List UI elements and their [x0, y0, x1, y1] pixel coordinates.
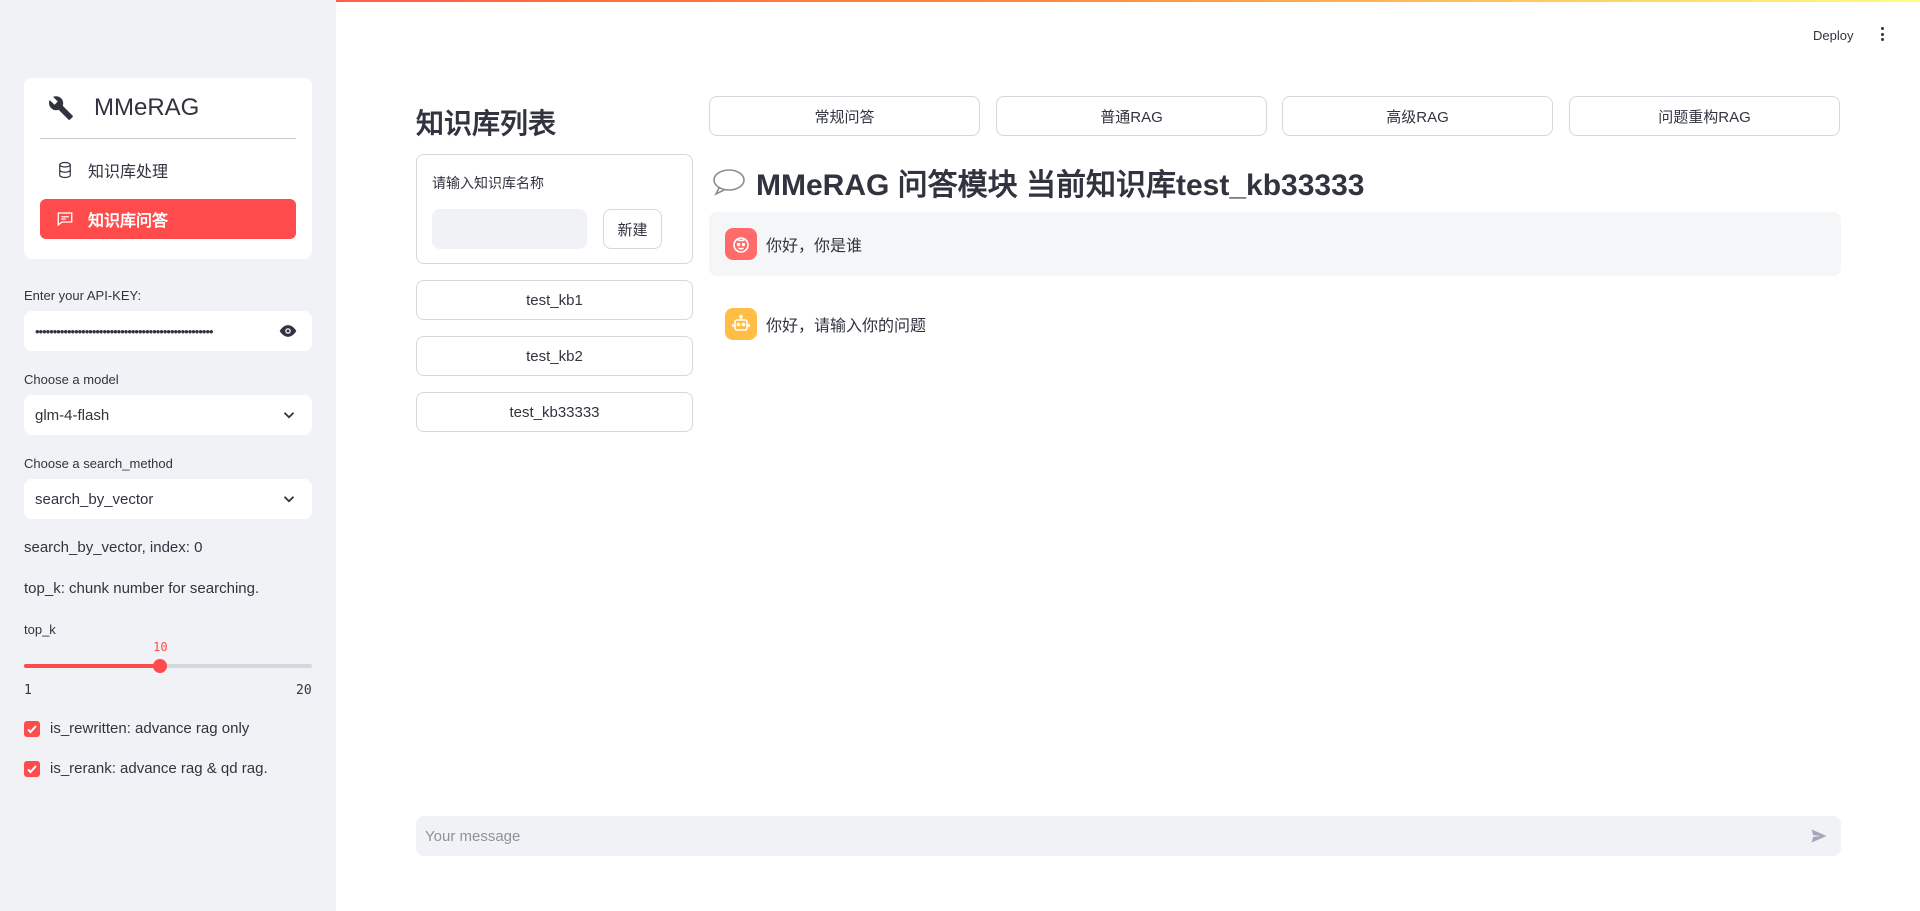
- kb-name-label: 请输入知识库名称: [432, 175, 544, 191]
- mode-advanced-rag-button[interactable]: 高级RAG: [1282, 96, 1553, 136]
- menu-item-kb-processing[interactable]: 知识库处理: [40, 150, 296, 190]
- rerank-checkbox-label: is_rerank: advance rag & qd rag.: [50, 760, 268, 777]
- mode-general-qa-button[interactable]: 常规问答: [709, 96, 980, 136]
- kb-item-button[interactable]: test_kb1: [416, 280, 693, 320]
- message-text: 你好，请输入你的问题: [766, 318, 927, 335]
- slider-min-label: 1: [24, 683, 32, 698]
- mode-rewrite-rag-button[interactable]: 问题重构RAG: [1569, 96, 1840, 136]
- kb-create-form: 请输入知识库名称 新建: [416, 154, 693, 264]
- mode-basic-rag-button[interactable]: 普通RAG: [996, 96, 1267, 136]
- kb-new-button[interactable]: 新建: [603, 209, 662, 249]
- api-key-value: ••••••••••••••••••••••••••••••••••••••••…: [35, 323, 214, 339]
- slider-fill: [24, 664, 161, 668]
- speech-bubble-icon: [713, 169, 745, 196]
- chat-icon: [57, 212, 73, 227]
- sidebar: MMeRAG 知识库处理 知识库问答 Enter your API-KEY: •…: [0, 0, 336, 911]
- top-k-slider[interactable]: [24, 659, 312, 673]
- wrench-icon: [49, 96, 73, 120]
- top-k-value-label: 10: [153, 640, 168, 654]
- kb-item-button[interactable]: test_kb33333: [416, 392, 693, 432]
- search-method-select[interactable]: search_by_vector: [24, 479, 312, 519]
- chat-message-assistant: 你好，请输入你的问题: [709, 292, 1841, 356]
- rewritten-checkbox-label: is_rewritten: advance rag only: [50, 720, 250, 737]
- chat-input-container: [416, 816, 1841, 856]
- slider-thumb[interactable]: [153, 659, 168, 673]
- kb-item-button[interactable]: test_kb2: [416, 336, 693, 376]
- top-k-help-text: top_k: chunk number for searching.: [24, 580, 260, 597]
- robot-icon: [732, 314, 750, 331]
- model-select[interactable]: glm-4-flash: [24, 395, 312, 435]
- more-vertical-icon[interactable]: [1876, 25, 1888, 43]
- chat-title-text: MMeRAG 问答模块 当前知识库test_kb33333: [756, 169, 1365, 202]
- menu-title-label: MMeRAG: [94, 94, 200, 121]
- api-key-field[interactable]: ••••••••••••••••••••••••••••••••••••••••…: [24, 311, 312, 351]
- chat-title: MMeRAG 问答模块 当前知识库test_kb33333: [712, 160, 1364, 204]
- user-avatar: [725, 228, 757, 260]
- user-face-icon: [733, 237, 749, 253]
- chevron-down-icon: [283, 496, 295, 503]
- check-icon: [27, 724, 37, 733]
- database-icon: [59, 161, 71, 179]
- menu-title: MMeRAG: [48, 94, 199, 122]
- top-k-label: top_k: [24, 622, 56, 637]
- assistant-avatar: [725, 308, 757, 340]
- search-method-selected-value: search_by_vector: [35, 490, 154, 508]
- model-label: Choose a model: [24, 372, 119, 387]
- chat-message-user: 你好，你是谁: [709, 212, 1841, 276]
- model-selected-value: glm-4-flash: [35, 406, 110, 424]
- menu-item-label: 知识库处理: [88, 164, 169, 181]
- rewritten-checkbox[interactable]: [24, 720, 40, 737]
- option-menu: MMeRAG 知识库处理 知识库问答: [24, 78, 312, 259]
- kb-list-title: 知识库列表: [416, 108, 557, 139]
- chevron-down-icon: [283, 412, 295, 419]
- deploy-button[interactable]: Deploy: [1813, 28, 1853, 43]
- api-key-label: Enter your API-KEY:: [24, 288, 142, 303]
- menu-divider: [40, 138, 296, 139]
- send-icon[interactable]: [1809, 826, 1829, 846]
- message-text: 你好，你是谁: [766, 238, 863, 255]
- eye-icon[interactable]: [278, 321, 298, 341]
- search-info-text: search_by_vector, index: 0: [24, 539, 203, 556]
- rewritten-checkbox-row[interactable]: is_rewritten: advance rag only: [24, 720, 249, 737]
- menu-item-label: 知识库问答: [88, 213, 169, 230]
- menu-item-kb-qa[interactable]: 知识库问答: [40, 199, 296, 239]
- chat-input[interactable]: [425, 827, 1809, 845]
- rerank-checkbox-row[interactable]: is_rerank: advance rag & qd rag.: [24, 760, 268, 777]
- rerank-checkbox[interactable]: [24, 760, 40, 777]
- search-method-label: Choose a search_method: [24, 456, 173, 471]
- check-icon: [27, 764, 37, 773]
- slider-max-label: 20: [296, 683, 312, 698]
- kb-name-input[interactable]: [432, 209, 587, 249]
